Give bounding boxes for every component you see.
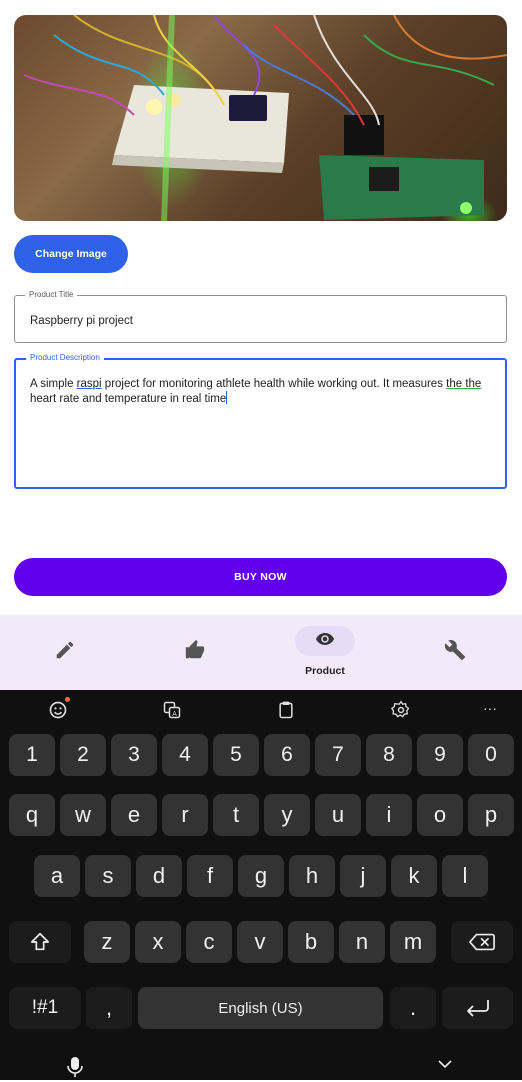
notification-dot [65, 697, 70, 702]
key-o[interactable]: o [417, 794, 463, 836]
key-2[interactable]: 2 [60, 734, 106, 776]
change-image-button[interactable]: Change Image [14, 235, 128, 273]
soft-keyboard: A ··· 1 2 3 4 5 6 7 8 9 0 q w e r t y u … [0, 690, 522, 1080]
key-7[interactable]: 7 [315, 734, 361, 776]
key-3[interactable]: 3 [111, 734, 157, 776]
hide-keyboard-icon[interactable] [437, 1057, 453, 1075]
product-image [14, 15, 507, 221]
svg-text:A: A [172, 710, 177, 718]
keyboard-nav-bar [0, 1045, 522, 1080]
buy-now-button[interactable]: BUY NOW [14, 558, 507, 596]
eye-icon [316, 632, 334, 651]
key-g[interactable]: g [238, 855, 284, 897]
bottom-navigation: Product [0, 615, 522, 690]
grammar-flagged-words[interactable]: the the [446, 378, 481, 390]
translate-icon[interactable]: A [162, 700, 182, 720]
key-q[interactable]: q [9, 794, 55, 836]
product-title-label: Product Title [25, 289, 78, 301]
symbols-key[interactable]: !#1 [9, 987, 81, 1029]
clipboard-icon[interactable] [276, 700, 296, 720]
product-description-label: Product Description [26, 352, 104, 364]
product-title-value: Raspberry pi project [30, 315, 133, 327]
key-1[interactable]: 1 [9, 734, 55, 776]
nav-item-settings[interactable] [390, 615, 520, 690]
key-comma[interactable]: , [86, 987, 132, 1029]
shift-icon [30, 932, 50, 951]
key-5[interactable]: 5 [213, 734, 259, 776]
more-icon[interactable]: ··· [480, 700, 500, 720]
key-r[interactable]: r [162, 794, 208, 836]
enter-key[interactable] [442, 987, 513, 1029]
key-a[interactable]: a [34, 855, 80, 897]
microphone-icon[interactable] [67, 1057, 83, 1082]
key-m[interactable]: m [390, 921, 436, 963]
key-i[interactable]: i [366, 794, 412, 836]
key-j[interactable]: j [340, 855, 386, 897]
key-9[interactable]: 9 [417, 734, 463, 776]
shift-key[interactable] [9, 921, 71, 963]
key-y[interactable]: y [264, 794, 310, 836]
key-e[interactable]: e [111, 794, 157, 836]
space-key[interactable]: English (US) [138, 987, 383, 1029]
key-l[interactable]: l [442, 855, 488, 897]
key-z[interactable]: z [84, 921, 130, 963]
product-description-value: A simple raspi project for monitoring at… [30, 378, 482, 405]
product-description-field[interactable]: Product Description A simple raspi proje… [14, 352, 507, 489]
wrench-icon [444, 639, 466, 666]
key-4[interactable]: 4 [162, 734, 208, 776]
product-editor-screen: Change Image Product Title Raspberry pi … [0, 0, 522, 690]
key-x[interactable]: x [135, 921, 181, 963]
key-n[interactable]: n [339, 921, 385, 963]
nav-item-edit[interactable] [0, 615, 130, 690]
key-v[interactable]: v [237, 921, 283, 963]
key-8[interactable]: 8 [366, 734, 412, 776]
key-6[interactable]: 6 [264, 734, 310, 776]
key-p[interactable]: p [468, 794, 514, 836]
enter-icon [466, 1000, 489, 1017]
settings-icon[interactable] [390, 700, 411, 720]
nav-item-feedback[interactable] [130, 615, 260, 690]
text-cursor [226, 391, 228, 404]
key-k[interactable]: k [391, 855, 437, 897]
key-b[interactable]: b [288, 921, 334, 963]
pencil-icon [54, 639, 76, 666]
emoji-icon[interactable] [48, 697, 70, 720]
key-0[interactable]: 0 [468, 734, 514, 776]
key-t[interactable]: t [213, 794, 259, 836]
key-u[interactable]: u [315, 794, 361, 836]
keyboard-toolbar: A ··· [0, 690, 522, 730]
nav-item-product[interactable]: Product [260, 615, 390, 690]
backspace-icon [469, 933, 495, 951]
key-s[interactable]: s [85, 855, 131, 897]
key-h[interactable]: h [289, 855, 335, 897]
key-d[interactable]: d [136, 855, 182, 897]
key-f[interactable]: f [187, 855, 233, 897]
nav-label-product: Product [305, 665, 345, 677]
key-w[interactable]: w [60, 794, 106, 836]
backspace-key[interactable] [451, 921, 513, 963]
misspelled-word[interactable]: raspi [77, 378, 102, 390]
key-c[interactable]: c [186, 921, 232, 963]
product-title-field[interactable]: Product Title Raspberry pi project [14, 289, 507, 343]
thumbs-up-icon [184, 639, 206, 666]
key-period[interactable]: . [390, 987, 436, 1029]
